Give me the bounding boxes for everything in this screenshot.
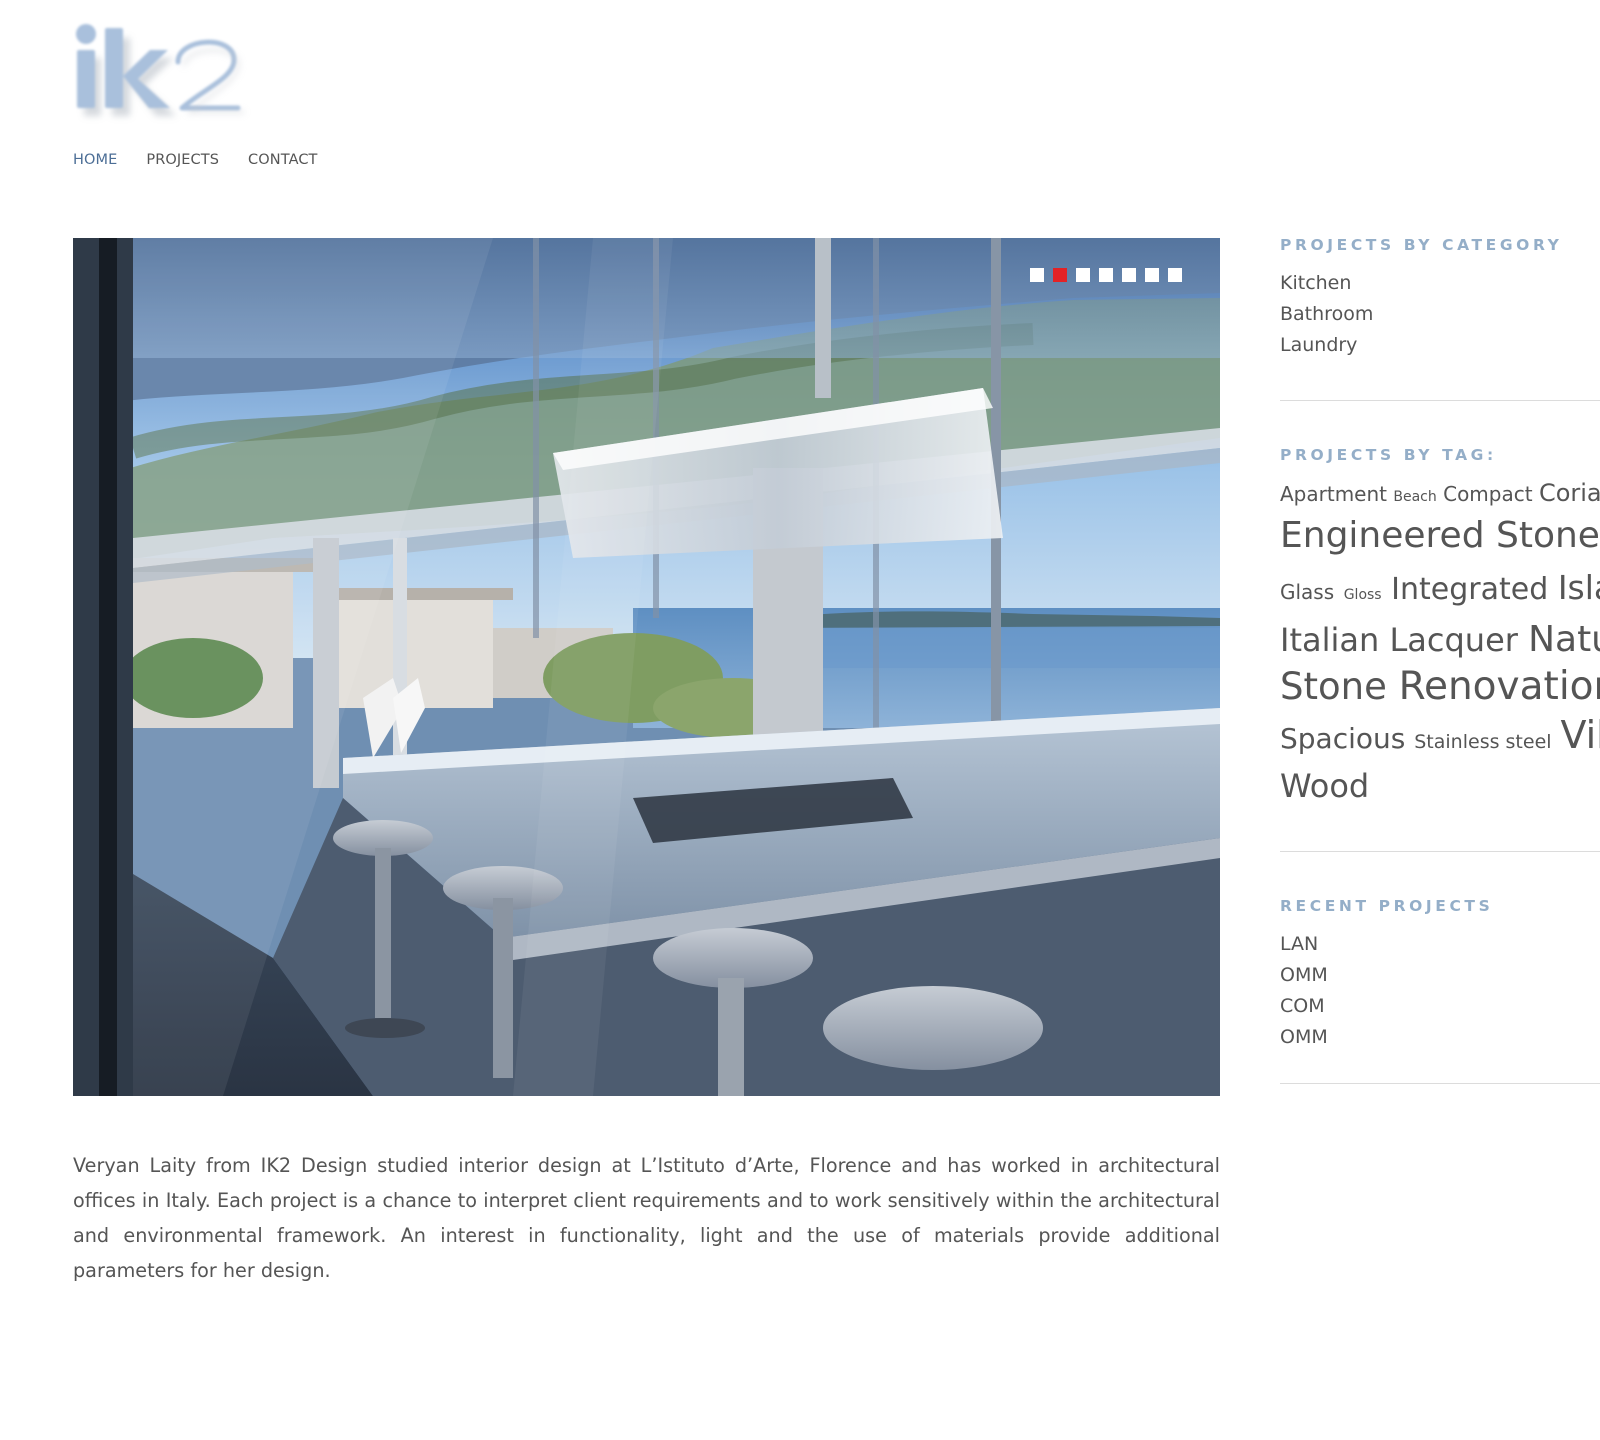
- nav-projects[interactable]: PROJECTS: [146, 152, 219, 168]
- hero-slider[interactable]: [73, 238, 1220, 1096]
- tag-lacquer[interactable]: Lacquer: [1389, 621, 1517, 659]
- category-item-kitchen[interactable]: Kitchen: [1280, 268, 1600, 299]
- tag-beach[interactable]: Beach: [1393, 489, 1436, 505]
- tag-widget: PROJECTS BY TAG: Apartment Beach Compact…: [1280, 446, 1600, 806]
- tag-compact[interactable]: Compact: [1443, 482, 1532, 506]
- tag-wood[interactable]: Wood: [1280, 767, 1369, 805]
- tag-natural[interactable]: Natu: [1528, 619, 1600, 660]
- category-list: Kitchen Bathroom Laundry: [1280, 268, 1600, 361]
- tag-line: Apartment Beach Compact Corian: [1280, 478, 1600, 512]
- tag-line: Spacious Stainless steel Vill: [1280, 711, 1600, 766]
- tag-line: Italian Lacquer Natu: [1280, 617, 1600, 663]
- category-item-bathroom[interactable]: Bathroom: [1280, 299, 1600, 330]
- tag-engineered-stone[interactable]: Engineered Stone: [1280, 515, 1600, 556]
- slider-pagination: [1030, 268, 1182, 282]
- recent-projects-widget: RECENT PROJECTS LAN OMM COM OMM: [1280, 897, 1600, 1053]
- slider-dot-7[interactable]: [1168, 268, 1182, 282]
- sidebar: PROJECTS BY CATEGORY Kitchen Bathroom La…: [1280, 236, 1600, 1084]
- tag-line: Engineered Stone F: [1280, 512, 1600, 566]
- recent-projects-list: LAN OMM COM OMM: [1280, 929, 1600, 1053]
- tag-spacious[interactable]: Spacious: [1280, 722, 1405, 755]
- tag-gloss[interactable]: Gloss: [1344, 587, 1382, 603]
- recent-projects-title: RECENT PROJECTS: [1280, 897, 1494, 915]
- recent-project-item[interactable]: OMM: [1280, 1022, 1600, 1053]
- divider: [1280, 851, 1600, 852]
- slider-dot-1[interactable]: [1030, 268, 1044, 282]
- tag-apartment[interactable]: Apartment: [1280, 482, 1387, 506]
- category-widget: PROJECTS BY CATEGORY Kitchen Bathroom La…: [1280, 236, 1600, 361]
- slider-dot-3[interactable]: [1076, 268, 1090, 282]
- tag-line: Wood: [1280, 766, 1600, 806]
- kitchen-photo: [73, 238, 1220, 1096]
- tag-integrated[interactable]: Integrated: [1391, 572, 1548, 607]
- tag-villa[interactable]: Vill: [1560, 713, 1600, 757]
- slider-dot-5[interactable]: [1122, 268, 1136, 282]
- intro-paragraph: Veryan Laity from IK2 Design studied int…: [73, 1154, 1220, 1282]
- recent-project-item[interactable]: COM: [1280, 991, 1600, 1022]
- tag-island[interactable]: Isla: [1558, 568, 1600, 607]
- divider: [1280, 1083, 1600, 1084]
- tag-stainless-steel[interactable]: Stainless steel: [1414, 731, 1551, 753]
- slider-dot-4[interactable]: [1099, 268, 1113, 282]
- tag-renovation[interactable]: Renovation: [1399, 664, 1600, 709]
- tag-line: Glass Gloss Integrated Isla: [1280, 566, 1600, 617]
- slider-dot-2[interactable]: [1053, 268, 1067, 282]
- slider-dot-6[interactable]: [1145, 268, 1159, 282]
- category-item-laundry[interactable]: Laundry: [1280, 330, 1600, 361]
- site-logo[interactable]: [74, 18, 254, 128]
- tag-italian[interactable]: Italian: [1280, 621, 1379, 659]
- tag-corian[interactable]: Corian: [1539, 479, 1600, 507]
- tag-glass[interactable]: Glass: [1280, 580, 1334, 604]
- main-nav: HOME PROJECTS CONTACT: [73, 152, 318, 168]
- category-widget-title: PROJECTS BY CATEGORY: [1280, 236, 1563, 254]
- recent-project-item[interactable]: OMM: [1280, 960, 1600, 991]
- page: HOME PROJECTS CONTACT Veryan Laity from …: [0, 0, 1600, 1440]
- nav-contact[interactable]: CONTACT: [248, 152, 317, 168]
- tag-widget-title: PROJECTS BY TAG:: [1280, 446, 1497, 464]
- recent-project-item[interactable]: LAN: [1280, 929, 1600, 960]
- tag-line: Stone Renovation: [1280, 663, 1600, 711]
- tag-cloud: Apartment Beach Compact Corian Engineere…: [1280, 478, 1600, 806]
- logo-graphic: [76, 24, 244, 116]
- divider: [1280, 400, 1600, 401]
- tag-stone[interactable]: Stone: [1280, 665, 1387, 708]
- nav-home[interactable]: HOME: [73, 152, 117, 168]
